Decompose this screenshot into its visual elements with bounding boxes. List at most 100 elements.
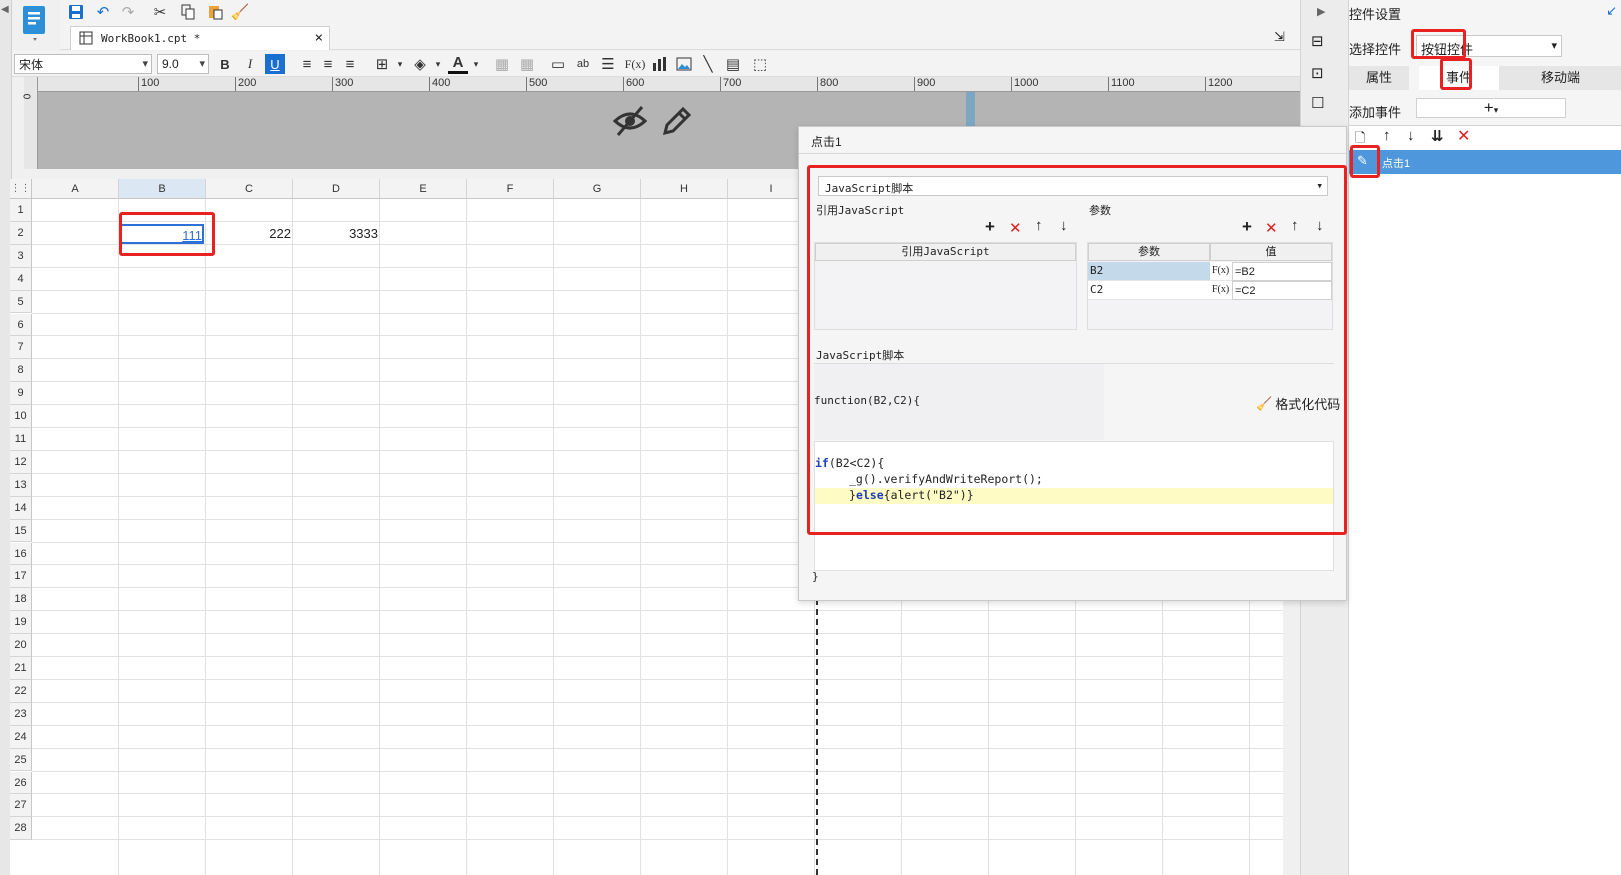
row-header[interactable]: 19 [10,611,32,635]
cell-d2[interactable]: 3333 [293,224,378,244]
subreport-icon[interactable]: ▤ [723,54,743,74]
copy-icon[interactable] [178,2,198,22]
row-header[interactable]: 2 [10,221,32,245]
column-header[interactable]: G [554,179,641,199]
event-item-click1[interactable]: ✎ 点击1 [1349,150,1621,174]
row-header[interactable]: 22 [10,679,32,703]
row-header[interactable]: 28 [10,817,32,841]
move-bottom-icon[interactable]: ⇊ [1431,127,1444,145]
move-up-param-icon[interactable]: ↑ [1291,217,1299,234]
align-center-icon[interactable]: ≡ [318,54,338,74]
paragraph-icon[interactable]: ☰ [598,54,618,74]
widget-settings-icon[interactable]: ⊡ [1311,64,1324,82]
fill-color-icon[interactable]: ◈ [410,54,430,74]
row-header[interactable]: 13 [10,473,32,497]
split-cells-icon[interactable]: ▦ [517,54,537,74]
move-down-icon[interactable]: ↓ [1407,127,1415,144]
column-header[interactable]: C [206,179,293,199]
row-header[interactable]: 4 [10,267,32,291]
move-up-icon[interactable]: ↑ [1383,127,1391,144]
delete-icon[interactable]: ✕ [1457,126,1470,146]
row-header[interactable]: 20 [10,634,32,657]
undo-icon[interactable]: ↶ [93,2,113,22]
row-header[interactable]: 5 [10,290,32,314]
add-ref-icon[interactable]: + [985,217,995,237]
row-header[interactable]: 16 [10,542,32,566]
element-icon[interactable]: ☐ [1311,94,1324,112]
paste-icon[interactable] [205,2,225,22]
row-header[interactable]: 10 [10,405,32,428]
row-header[interactable]: 17 [10,565,32,589]
ref-js-table[interactable]: 引用JavaScript [814,242,1077,330]
delete-param-icon[interactable]: ✕ [1265,219,1278,237]
tab-mobile[interactable]: 移动端 [1499,66,1621,90]
formula-button[interactable]: F(x) [623,54,647,74]
row-header[interactable]: 26 [10,771,32,795]
font-color-icon[interactable]: A [448,54,468,74]
underline-button[interactable]: U [265,54,285,74]
row-header[interactable]: 14 [10,496,32,520]
bold-button[interactable]: B [215,54,235,74]
move-down-param-icon[interactable]: ↓ [1316,217,1324,234]
font-size-select[interactable]: 9.0 ▾ [157,54,209,74]
format-code-button[interactable]: 🧹 格式化代码 [1256,394,1340,413]
tab-menu-icon[interactable]: ⇲ [1274,29,1285,45]
column-header[interactable]: A [32,179,119,199]
cut-icon[interactable]: ✂ [150,2,170,22]
column-header[interactable]: B [119,179,206,199]
move-up-ref-icon[interactable]: ↑ [1035,217,1043,234]
chevron-down-icon[interactable]: ▾ [390,54,410,74]
row-header[interactable]: 24 [10,725,32,749]
select-widget-combo[interactable]: 按钮控件 ▾ [1416,35,1562,57]
param-name-cell[interactable]: C2 [1088,281,1210,300]
new-event-icon[interactable]: 🗋 [1355,129,1365,151]
row-header[interactable]: 9 [10,382,32,406]
chevron-down-icon[interactable]: ▾ [466,54,486,74]
image-icon[interactable] [674,54,694,74]
row-header[interactable]: 7 [10,336,32,360]
app-logo-icon[interactable] [20,4,50,42]
row-header[interactable]: 27 [10,794,32,818]
panel-pin-icon[interactable]: ↙ [1606,3,1617,19]
cell-b2[interactable]: 111 [119,223,204,244]
border-style-icon[interactable]: ⬚ [750,54,770,74]
formula-button[interactable]: F(x) [1210,262,1232,281]
border-icon[interactable]: ⊞ [372,54,392,74]
add-param-icon[interactable]: + [1242,217,1252,237]
align-right-icon[interactable]: ≡ [340,54,360,74]
row-header[interactable]: 12 [10,450,32,474]
chart-icon[interactable] [650,54,670,74]
save-icon[interactable] [66,2,86,22]
row-header[interactable]: 3 [10,244,32,268]
tab-properties[interactable]: 属性 [1349,66,1409,90]
row-header[interactable]: 21 [10,657,32,680]
close-tab-icon[interactable]: × [315,30,323,46]
add-event-button[interactable]: +▾ [1416,98,1566,118]
select-all-corner[interactable]: ⋮⋮ [10,179,32,199]
row-header[interactable]: 8 [10,359,32,383]
param-table[interactable]: 参数 值 B2 F(x) =B2 C2 F(x) =C2 [1087,242,1333,330]
format-brush-icon[interactable]: 🧹 [230,2,250,22]
merge-cells-icon[interactable]: ▦ [492,54,512,74]
insert-row-icon[interactable]: ▭ [548,54,568,74]
expand-right-icon[interactable]: ▶ [1317,5,1325,18]
param-name-cell[interactable]: B2 [1088,262,1210,281]
column-header[interactable]: E [380,179,467,199]
redo-icon[interactable]: ↷ [118,2,138,22]
delete-ref-icon[interactable]: ✕ [1009,219,1022,237]
chevron-down-icon[interactable]: ▾ [428,54,448,74]
script-type-select[interactable]: JavaScript脚本 ▾ [818,176,1328,196]
column-header[interactable]: F [467,179,554,199]
row-header[interactable]: 6 [10,313,32,337]
formula-button[interactable]: F(x) [1210,281,1232,300]
row-header[interactable]: 25 [10,748,32,772]
column-header[interactable]: D [293,179,380,199]
collapse-left-icon[interactable]: ◀ [1,4,9,15]
row-header[interactable]: 15 [10,519,32,543]
row-header[interactable]: 11 [10,428,32,451]
tab-workbook[interactable]: WorkBook1.cpt * × [70,26,330,50]
column-header[interactable]: H [641,179,728,199]
font-family-select[interactable]: 宋体 ▾ [14,54,152,74]
param-value-cell[interactable]: =C2 [1232,281,1332,300]
align-left-icon[interactable]: ≡ [297,54,317,74]
